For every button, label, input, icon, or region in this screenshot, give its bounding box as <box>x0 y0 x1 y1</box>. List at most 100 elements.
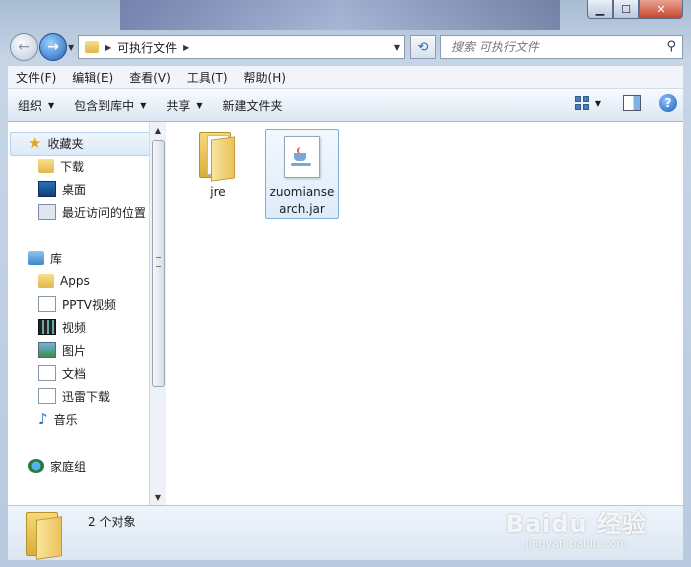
document-icon <box>38 388 56 404</box>
star-icon: ★ <box>28 134 42 152</box>
organize-button[interactable]: 组织 ▼ <box>8 97 64 114</box>
sidebar-item-recent[interactable]: 最近访问的位置 <box>38 201 146 223</box>
forward-arrow-icon: → <box>47 39 59 55</box>
search-box[interactable]: ⚲ <box>440 35 683 59</box>
document-icon <box>38 296 56 312</box>
address-dropdown-icon[interactable]: ▼ <box>394 43 400 52</box>
sidebar-item-desktop[interactable]: 桌面 <box>38 178 86 200</box>
caption-buttons: ▁ ☐ ✕ <box>587 0 683 20</box>
sidebar-item-label: 收藏夹 <box>47 136 84 151</box>
sidebar-item-videos[interactable]: 视频 <box>38 316 86 338</box>
details-pane: 2 个对象 Baidu 经验 jingyan.baidu.com <box>8 505 683 560</box>
preview-pane-icon[interactable] <box>623 95 641 111</box>
video-icon <box>38 319 56 335</box>
forward-button[interactable]: → <box>39 33 67 61</box>
navigation-bar: ← → ▼ ▶ 可执行文件 ▶ ▼ ⟲ ⚲ <box>8 32 683 61</box>
share-button[interactable]: 共享 ▼ <box>156 97 212 114</box>
breadcrumb-current[interactable]: 可执行文件 <box>117 39 177 56</box>
watermark-main: Baidu 经验 <box>505 510 647 538</box>
folder-icon <box>38 159 54 173</box>
homegroup-icon <box>28 459 44 473</box>
sidebar-item-apps[interactable]: Apps <box>38 270 90 292</box>
file-item-jar[interactable]: zuomiansearch.jar <box>265 129 339 219</box>
folder-icon <box>85 41 99 53</box>
scroll-down-icon[interactable]: ▼ <box>150 489 166 505</box>
menu-bar: 文件(F) 编辑(E) 查看(V) 工具(T) 帮助(H) <box>8 66 683 89</box>
search-input[interactable] <box>449 39 653 55</box>
chevron-down-icon: ▼ <box>48 100 55 110</box>
minimize-button[interactable]: ▁ <box>587 0 613 19</box>
sidebar-item-favorites[interactable]: ★ 收藏夹 <box>28 132 83 154</box>
organize-label: 组织 <box>18 98 43 113</box>
sidebar-item-label: 桌面 <box>62 182 87 197</box>
file-name: zuomiansearch.jar <box>269 185 335 216</box>
sidebar-item-label: 家庭组 <box>50 459 87 474</box>
sidebar-item-label: 文档 <box>62 366 87 381</box>
search-icon[interactable]: ⚲ <box>666 39 676 54</box>
sidebar-scrollbar[interactable]: ▲ ▼ <box>149 122 166 505</box>
sidebar-item-label: 视频 <box>62 320 87 335</box>
refresh-button[interactable]: ⟲ <box>410 35 436 59</box>
sidebar-item-label: 最近访问的位置 <box>62 205 147 220</box>
java-jar-icon <box>284 136 320 178</box>
sidebar-item-downloads[interactable]: 下载 <box>38 155 84 177</box>
chevron-down-icon: ▼ <box>196 100 203 110</box>
file-item-jre[interactable]: jre <box>182 130 254 201</box>
file-name: jre <box>210 185 226 199</box>
sidebar-item-pictures[interactable]: 图片 <box>38 339 86 361</box>
sidebar-item-documents[interactable]: 文档 <box>38 362 86 384</box>
menu-file[interactable]: 文件(F) <box>8 69 64 86</box>
scroll-thumb[interactable] <box>152 140 165 387</box>
file-list: jre zuomiansearch.jar <box>166 122 683 505</box>
music-icon: ♪ <box>38 410 48 428</box>
sidebar-item-label: 图片 <box>62 343 87 358</box>
sidebar-item-homegroup[interactable]: 家庭组 <box>28 455 86 477</box>
menu-edit[interactable]: 编辑(E) <box>64 69 121 86</box>
background-decoration <box>120 0 560 30</box>
new-folder-button[interactable]: 新建文件夹 <box>213 97 293 114</box>
view-controls: ▼ ? <box>574 94 677 112</box>
sidebar-item-label: 库 <box>50 251 63 266</box>
folder-icon <box>26 512 64 560</box>
chevron-down-icon: ▼ <box>140 100 147 110</box>
close-button[interactable]: ✕ <box>639 0 683 19</box>
sidebar-item-label: 迅雷下载 <box>62 389 111 404</box>
back-button[interactable]: ← <box>10 33 38 61</box>
help-icon[interactable]: ? <box>659 94 677 112</box>
explorer-window: ▁ ☐ ✕ ← → ▼ ▶ 可执行文件 ▶ ▼ ⟲ ⚲ 文件(F) 编辑(E) … <box>0 0 691 567</box>
sidebar-item-label: PPTV视频 <box>62 297 117 312</box>
command-bar: 组织 ▼ 包含到库中 ▼ 共享 ▼ 新建文件夹 ▼ ? <box>8 89 683 122</box>
folder-icon <box>38 274 54 288</box>
navigation-pane: ★ 收藏夹 下载 桌面 最近访问的位置 库 Apps PPTV视频 视频 图片 … <box>8 122 149 505</box>
view-dropdown-icon[interactable]: ▼ <box>595 99 601 108</box>
sidebar-item-libraries[interactable]: 库 <box>28 247 62 269</box>
sidebar-item-thunder[interactable]: 迅雷下载 <box>38 385 110 407</box>
sidebar-item-label: 音乐 <box>53 412 78 427</box>
address-bar[interactable]: ▶ 可执行文件 ▶ ▼ <box>78 35 405 59</box>
share-label: 共享 <box>166 98 191 113</box>
object-count: 2 个对象 <box>88 515 136 529</box>
change-view-icon[interactable] <box>574 96 589 110</box>
recent-pages-dropdown[interactable]: ▼ <box>68 43 74 52</box>
picture-icon <box>38 342 56 358</box>
sidebar-item-label: Apps <box>60 274 90 288</box>
include-label: 包含到库中 <box>74 98 135 113</box>
include-in-library-button[interactable]: 包含到库中 ▼ <box>64 97 156 114</box>
desktop-icon <box>38 181 56 197</box>
baidu-watermark: Baidu 经验 jingyan.baidu.com <box>506 504 647 550</box>
watermark-sub: jingyan.baidu.com <box>525 537 628 550</box>
chevron-right-icon[interactable]: ▶ <box>105 43 111 52</box>
library-icon <box>28 251 44 265</box>
sidebar-item-label: 下载 <box>60 159 85 174</box>
chevron-right-icon[interactable]: ▶ <box>183 43 189 52</box>
folder-icon <box>199 130 237 182</box>
scroll-up-icon[interactable]: ▲ <box>150 122 166 138</box>
sidebar-item-music[interactable]: ♪ 音乐 <box>38 408 78 430</box>
menu-help[interactable]: 帮助(H) <box>236 69 294 86</box>
menu-tools[interactable]: 工具(T) <box>179 69 236 86</box>
refresh-icon: ⟲ <box>417 39 429 55</box>
menu-view[interactable]: 查看(V) <box>121 69 179 86</box>
sidebar-item-pptv[interactable]: PPTV视频 <box>38 293 116 315</box>
recent-places-icon <box>38 204 56 220</box>
maximize-button[interactable]: ☐ <box>613 0 639 19</box>
